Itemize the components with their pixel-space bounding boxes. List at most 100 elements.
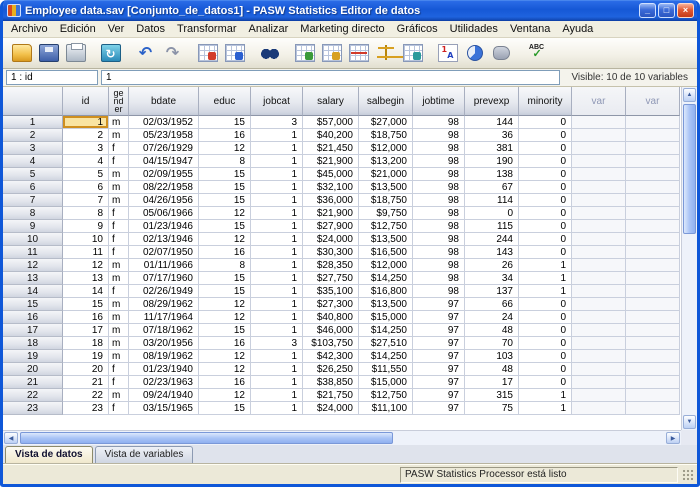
cell[interactable]: [572, 181, 626, 194]
save-icon[interactable]: [35, 40, 62, 66]
cell[interactable]: 97: [413, 324, 465, 337]
cell[interactable]: 12: [199, 350, 251, 363]
cell[interactable]: 19: [63, 350, 109, 363]
scroll-right-icon[interactable]: ▶: [666, 432, 680, 444]
row-number[interactable]: 15: [3, 298, 63, 311]
cell[interactable]: 07/17/1960: [129, 272, 199, 285]
row-number[interactable]: 3: [3, 142, 63, 155]
row-number[interactable]: 23: [3, 402, 63, 415]
cell[interactable]: 2: [63, 129, 109, 142]
column-header-var[interactable]: var: [572, 87, 626, 116]
column-header-minority[interactable]: minority: [519, 87, 572, 116]
cell[interactable]: 01/23/1940: [129, 363, 199, 376]
cell[interactable]: [572, 129, 626, 142]
cell[interactable]: [626, 311, 680, 324]
cell[interactable]: [572, 376, 626, 389]
cell[interactable]: 98: [413, 194, 465, 207]
cell[interactable]: f: [109, 207, 129, 220]
cell[interactable]: 97: [413, 363, 465, 376]
cell[interactable]: 0: [519, 324, 572, 337]
print-icon[interactable]: [62, 40, 89, 66]
cell[interactable]: f: [109, 402, 129, 415]
cell[interactable]: 3: [63, 142, 109, 155]
cell[interactable]: 0: [519, 311, 572, 324]
cell[interactable]: 03/15/1965: [129, 402, 199, 415]
cell[interactable]: 315: [465, 389, 519, 402]
cell[interactable]: 1: [519, 402, 572, 415]
menu-ver[interactable]: Ver: [102, 21, 131, 38]
row-number[interactable]: 1: [3, 116, 63, 129]
cell[interactable]: 10: [63, 233, 109, 246]
cell[interactable]: 17: [63, 324, 109, 337]
cell[interactable]: 0: [519, 181, 572, 194]
cell[interactable]: $13,500: [359, 233, 413, 246]
cell[interactable]: 1: [251, 246, 303, 259]
cell[interactable]: 12: [199, 142, 251, 155]
cell[interactable]: 26: [465, 259, 519, 272]
cell[interactable]: [626, 155, 680, 168]
close-button[interactable]: ×: [677, 3, 694, 18]
spell-check-icon[interactable]: ABC: [523, 40, 550, 66]
column-header-id[interactable]: id: [63, 87, 109, 116]
cell[interactable]: [572, 233, 626, 246]
cell[interactable]: [572, 194, 626, 207]
redo-icon[interactable]: ↷: [159, 40, 186, 66]
cell[interactable]: 14: [63, 285, 109, 298]
cell[interactable]: 12: [199, 233, 251, 246]
cell[interactable]: 0: [519, 363, 572, 376]
cell[interactable]: 97: [413, 337, 465, 350]
cell[interactable]: 04/15/1947: [129, 155, 199, 168]
cell[interactable]: 15: [199, 116, 251, 129]
cell[interactable]: $27,300: [303, 298, 359, 311]
menu-datos[interactable]: Datos: [130, 21, 171, 38]
cell[interactable]: 16: [199, 376, 251, 389]
cell[interactable]: 144: [465, 116, 519, 129]
insert-cases-icon[interactable]: [291, 40, 318, 66]
cell[interactable]: [626, 181, 680, 194]
cell[interactable]: $15,000: [359, 311, 413, 324]
cell[interactable]: 0: [519, 116, 572, 129]
cell[interactable]: f: [109, 155, 129, 168]
cell[interactable]: 48: [465, 324, 519, 337]
cell[interactable]: [572, 285, 626, 298]
cell[interactable]: 17: [465, 376, 519, 389]
cell[interactable]: 1: [519, 272, 572, 285]
cell[interactable]: 97: [413, 402, 465, 415]
row-number[interactable]: 18: [3, 337, 63, 350]
cell[interactable]: [572, 207, 626, 220]
menu-graficos[interactable]: Gráficos: [391, 21, 444, 38]
cell[interactable]: m: [109, 298, 129, 311]
cell[interactable]: 7: [63, 194, 109, 207]
cell[interactable]: 6: [63, 181, 109, 194]
cell[interactable]: 4: [63, 155, 109, 168]
row-number[interactable]: 19: [3, 350, 63, 363]
cell[interactable]: 02/23/1963: [129, 376, 199, 389]
cell[interactable]: 1: [251, 402, 303, 415]
cell[interactable]: 24: [465, 311, 519, 324]
use-variable-sets-icon[interactable]: [461, 40, 488, 66]
row-number[interactable]: 13: [3, 272, 63, 285]
cell[interactable]: m: [109, 324, 129, 337]
find-icon[interactable]: [256, 40, 283, 66]
cell[interactable]: $21,750: [303, 389, 359, 402]
cell[interactable]: 15: [199, 194, 251, 207]
cell[interactable]: 08/19/1962: [129, 350, 199, 363]
cell[interactable]: 1: [251, 389, 303, 402]
cell-editor-field[interactable]: 1: [101, 70, 560, 85]
cell[interactable]: 15: [63, 298, 109, 311]
cell[interactable]: 1: [251, 129, 303, 142]
cell[interactable]: 12: [199, 311, 251, 324]
cell[interactable]: 12: [199, 207, 251, 220]
menu-ventana[interactable]: Ventana: [504, 21, 556, 38]
cell[interactable]: 1: [251, 233, 303, 246]
cell[interactable]: [572, 155, 626, 168]
cell[interactable]: $21,450: [303, 142, 359, 155]
cell[interactable]: 98: [413, 181, 465, 194]
cell[interactable]: 02/26/1949: [129, 285, 199, 298]
cell[interactable]: 98: [413, 259, 465, 272]
cell[interactable]: $12,750: [359, 220, 413, 233]
column-header-bdate[interactable]: bdate: [129, 87, 199, 116]
row-number[interactable]: 12: [3, 259, 63, 272]
cell[interactable]: 70: [465, 337, 519, 350]
cell[interactable]: 15: [199, 168, 251, 181]
